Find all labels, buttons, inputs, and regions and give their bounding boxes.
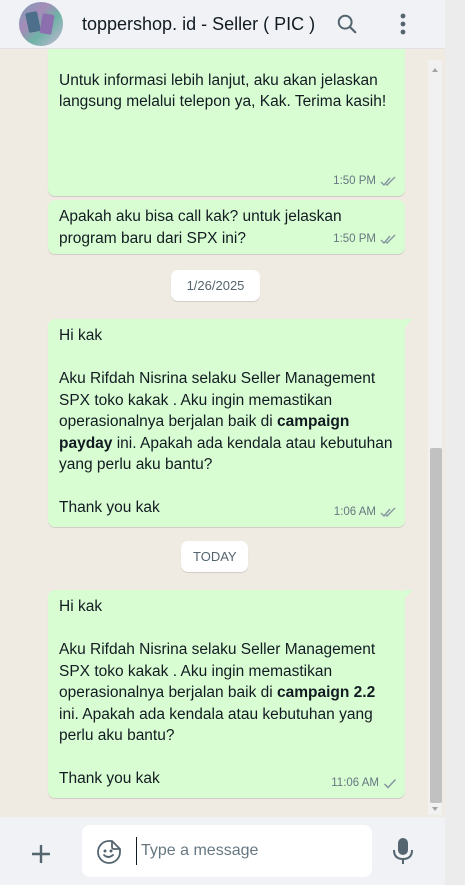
message-meta: 1:06 AM [334,502,397,524]
message-time: 1:50 PM [333,232,376,245]
message-bubble[interactable]: Apakah aku bisa call kak? untuk jelaskan… [48,200,405,254]
contact-avatar[interactable] [19,2,63,46]
check-icon [383,778,397,789]
message-bubble[interactable]: Hi kak Aku Rifdah Nisrina selaku Seller … [48,590,413,798]
text-run: Apakah aku bisa call kak? untuk jelaskan… [59,208,346,247]
contact-title[interactable]: toppershop. id - Seller ( PIC ) [82,14,327,35]
chat-area: untuk pesanan toko toppershop.id di sosi… [0,49,445,817]
message-time: 1:50 PM [333,174,376,187]
composer-bar [0,817,445,885]
message-meta: 11:06 AM [331,773,397,795]
message-time: 11:06 AM [331,776,379,789]
date-separator: TODAY [181,541,248,572]
message-meta: 1:50 PM [333,171,397,193]
bubble-tail [403,319,413,329]
mic-icon[interactable] [392,837,414,870]
message-input[interactable] [136,837,368,865]
message-bubble[interactable]: untuk pesanan toko toppershop.id di sosi… [48,49,405,196]
search-icon[interactable] [327,4,367,44]
text-run: ini. Apakah ada kendala atau kebutuhan y… [59,705,373,788]
text-run: di sosial media seperti IG/FB/WA. Untuk … [59,71,387,111]
date-separator: 1/26/2025 [171,270,260,301]
plus-icon[interactable] [30,843,52,870]
message-meta: 1:50 PM [333,229,397,251]
scroll-up-arrow-icon[interactable] [428,64,442,76]
message-text: untuk pesanan toko toppershop.id di sosi… [59,49,397,113]
message-bubble[interactable]: Hi kak Aku Rifdah Nisrina selaku Seller … [48,319,413,527]
message-input-box[interactable] [82,825,372,877]
sticker-icon[interactable] [96,839,122,870]
window-scrollbar[interactable] [445,0,465,885]
double-check-icon [380,234,396,244]
message-time: 1:06 AM [333,505,376,518]
chat-scrollbar-thumb[interactable] [430,448,442,803]
chat-header: toppershop. id - Seller ( PIC ) [0,0,445,49]
double-check-icon [380,176,396,186]
message-text: Hi kak Aku Rifdah Nisrina selaku Seller … [59,596,397,790]
bold-text: campaign 2.2 [277,684,376,701]
message-text: Hi kak Aku Rifdah Nisrina selaku Seller … [59,325,397,519]
double-check-icon [380,507,396,517]
bubble-tail [403,590,413,600]
menu-icon[interactable] [383,4,423,44]
scroll-down-arrow-icon[interactable] [428,803,442,815]
